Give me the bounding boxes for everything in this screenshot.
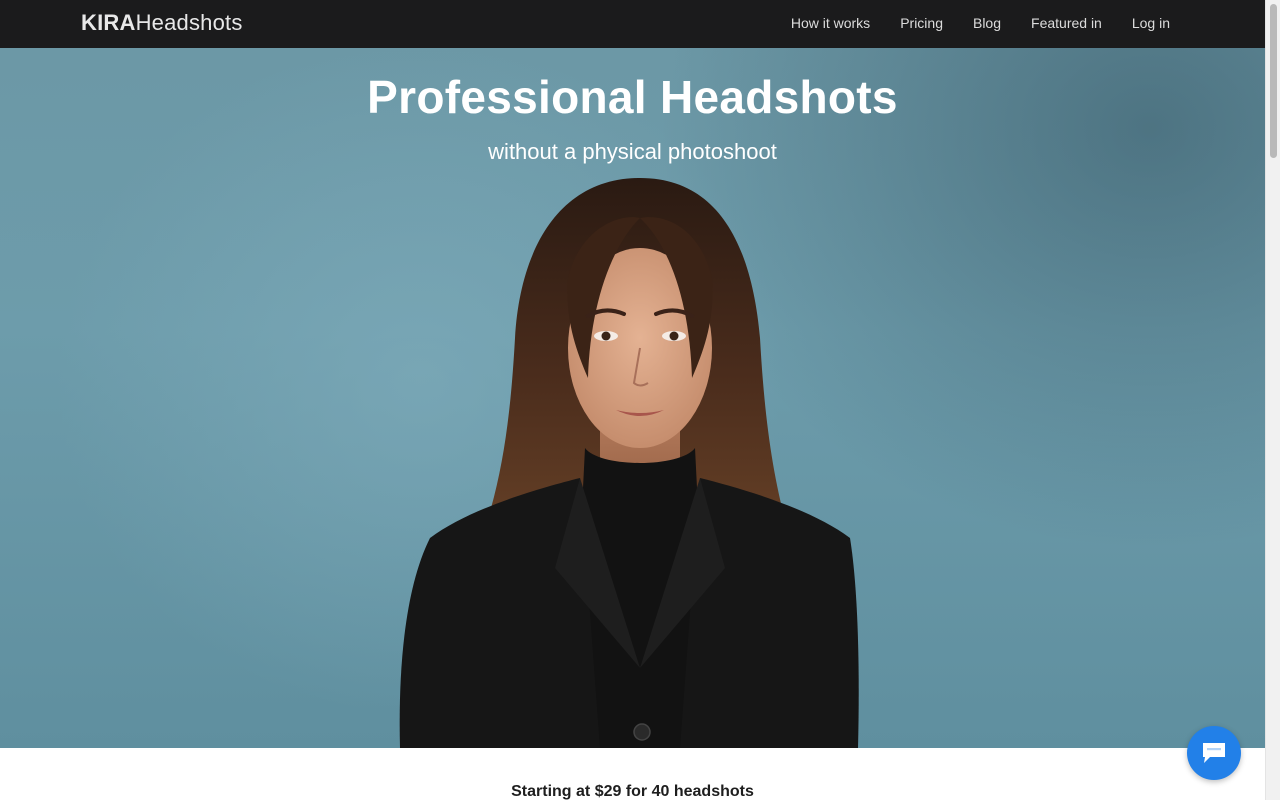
scrollbar-thumb[interactable] [1270, 4, 1277, 158]
logo-light-text: Headshots [135, 10, 243, 35]
main-nav: How it works Pricing Blog Featured in Lo… [791, 14, 1170, 32]
page-scrollbar[interactable] [1265, 0, 1280, 800]
site-logo[interactable]: KIRAHeadshots [81, 10, 243, 36]
hero-title: Professional Headshots [367, 71, 898, 123]
logo-strong-text: KIRA [81, 10, 136, 35]
nav-pricing[interactable]: Pricing [900, 14, 943, 32]
nav-log-in[interactable]: Log in [1132, 14, 1170, 32]
nav-blog[interactable]: Blog [973, 14, 1001, 32]
blazer-button [633, 723, 651, 741]
nav-how-it-works[interactable]: How it works [791, 14, 870, 32]
nav-featured-in[interactable]: Featured in [1031, 14, 1102, 32]
chat-bubble-icon [1203, 743, 1225, 763]
pricing-teaser: Starting at $29 for 40 headshots [511, 783, 754, 800]
chat-button[interactable] [1187, 726, 1241, 780]
hero-subtitle: without a physical photoshoot [488, 139, 777, 164]
hero-section: Professional Headshots without a physica… [0, 48, 1265, 748]
top-navigation: KIRAHeadshots How it works Pricing Blog … [0, 0, 1265, 48]
